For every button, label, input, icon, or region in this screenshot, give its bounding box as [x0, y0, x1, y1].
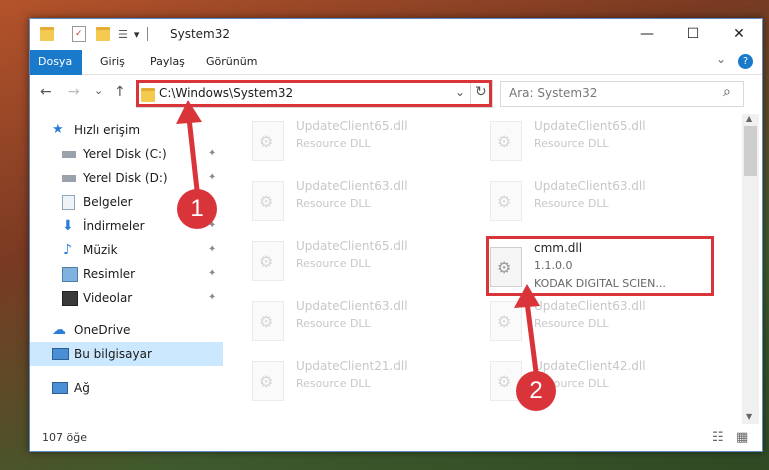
step-1-badge: 1 [177, 189, 217, 229]
arrow-2 [514, 284, 540, 373]
arrow-1 [176, 100, 202, 191]
annotation-arrows [176, 100, 540, 373]
step-2-badge: 2 [516, 371, 556, 411]
